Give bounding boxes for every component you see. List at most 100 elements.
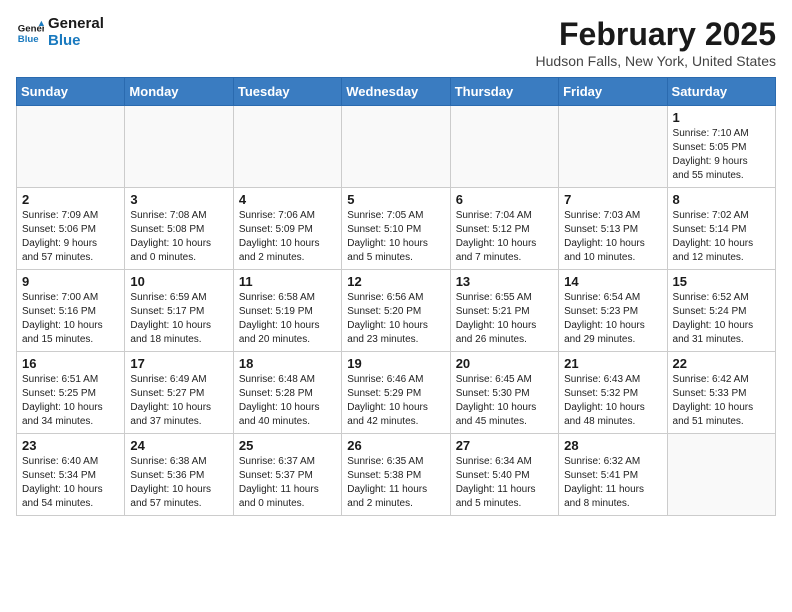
- table-row: [342, 106, 450, 188]
- header-thursday: Thursday: [450, 78, 558, 106]
- table-row: 16 Sunrise: 6:51 AM Sunset: 5:25 PM Dayli…: [17, 352, 125, 434]
- day-number: 2: [22, 192, 119, 207]
- table-row: 17 Sunrise: 6:49 AM Sunset: 5:27 PM Dayli…: [125, 352, 233, 434]
- day-number: 11: [239, 274, 336, 289]
- day-number: 21: [564, 356, 661, 371]
- day-number: 10: [130, 274, 227, 289]
- calendar-week-row: 23Sunrise: 6:40 AM Sunset: 5:34 PM Dayli…: [17, 434, 776, 516]
- table-row: 18 Sunrise: 6:48 AM Sunset: 5:28 PM Dayli…: [233, 352, 341, 434]
- table-row: 25Sunrise: 6:37 AM Sunset: 5:37 PM Dayli…: [233, 434, 341, 516]
- table-row: 2 Sunrise: 7:09 AM Sunset: 5:06 PM Daylig…: [17, 188, 125, 270]
- table-row: 22Sunrise: 6:42 AM Sunset: 5:33 PM Dayli…: [667, 352, 775, 434]
- day-number: 28: [564, 438, 661, 453]
- table-row: 27 Sunrise: 6:34 AM Sunset: 5:40 PM Dayli…: [450, 434, 558, 516]
- day-detail: Sunrise: 7:09 AM Sunset: 5:06 PM Dayligh…: [22, 209, 119, 265]
- day-detail: Sunrise: 7:03 AM Sunset: 5:13 PM Dayligh…: [564, 209, 661, 265]
- day-detail: Sunrise: 6:59 AM Sunset: 5:17 PM Dayligh…: [130, 291, 227, 347]
- calendar-table: Sunday Monday Tuesday Wednesday Thursday…: [16, 77, 776, 516]
- calendar-week-row: 9 Sunrise: 7:00 AM Sunset: 5:16 PM Daylig…: [17, 270, 776, 352]
- table-row: 6 Sunrise: 7:04 AM Sunset: 5:12 PM Daylig…: [450, 188, 558, 270]
- header-friday: Friday: [559, 78, 667, 106]
- day-number: 25: [239, 438, 336, 453]
- header-monday: Monday: [125, 78, 233, 106]
- table-row: 11 Sunrise: 6:58 AM Sunset: 5:19 PM Dayli…: [233, 270, 341, 352]
- day-number: 15: [673, 274, 770, 289]
- table-row: 24Sunrise: 6:38 AM Sunset: 5:36 PM Dayli…: [125, 434, 233, 516]
- table-row: 10 Sunrise: 6:59 AM Sunset: 5:17 PM Dayli…: [125, 270, 233, 352]
- table-row: 28 Sunrise: 6:32 AM Sunset: 5:41 PM Dayli…: [559, 434, 667, 516]
- day-detail: Sunrise: 6:40 AM Sunset: 5:34 PM Dayligh…: [22, 455, 119, 511]
- day-detail: Sunrise: 6:38 AM Sunset: 5:36 PM Dayligh…: [130, 455, 227, 511]
- day-number: 3: [130, 192, 227, 207]
- calendar-header-row: Sunday Monday Tuesday Wednesday Thursday…: [17, 78, 776, 106]
- day-detail: Sunrise: 6:45 AM Sunset: 5:30 PM Dayligh…: [456, 373, 553, 429]
- header-saturday: Saturday: [667, 78, 775, 106]
- table-row: 3 Sunrise: 7:08 AM Sunset: 5:08 PM Daylig…: [125, 188, 233, 270]
- table-row: 13 Sunrise: 6:55 AM Sunset: 5:21 PM Dayli…: [450, 270, 558, 352]
- calendar-week-row: 16 Sunrise: 6:51 AM Sunset: 5:25 PM Dayli…: [17, 352, 776, 434]
- day-detail: Sunrise: 7:10 AM Sunset: 5:05 PM Dayligh…: [673, 127, 770, 183]
- day-detail: Sunrise: 6:48 AM Sunset: 5:28 PM Dayligh…: [239, 373, 336, 429]
- table-row: 15 Sunrise: 6:52 AM Sunset: 5:24 PM Dayli…: [667, 270, 775, 352]
- day-number: 18: [239, 356, 336, 371]
- header-tuesday: Tuesday: [233, 78, 341, 106]
- calendar-week-row: 2 Sunrise: 7:09 AM Sunset: 5:06 PM Daylig…: [17, 188, 776, 270]
- day-detail: Sunrise: 6:55 AM Sunset: 5:21 PM Dayligh…: [456, 291, 553, 347]
- table-row: 14Sunrise: 6:54 AM Sunset: 5:23 PM Dayli…: [559, 270, 667, 352]
- day-detail: Sunrise: 6:51 AM Sunset: 5:25 PM Dayligh…: [22, 373, 119, 429]
- day-number: 6: [456, 192, 553, 207]
- day-number: 22: [673, 356, 770, 371]
- day-detail: Sunrise: 6:58 AM Sunset: 5:19 PM Dayligh…: [239, 291, 336, 347]
- day-number: 5: [347, 192, 444, 207]
- table-row: 21 Sunrise: 6:43 AM Sunset: 5:32 PM Dayli…: [559, 352, 667, 434]
- day-number: 7: [564, 192, 661, 207]
- day-number: 8: [673, 192, 770, 207]
- day-detail: Sunrise: 7:04 AM Sunset: 5:12 PM Dayligh…: [456, 209, 553, 265]
- day-number: 27: [456, 438, 553, 453]
- day-number: 16: [22, 356, 119, 371]
- day-number: 20: [456, 356, 553, 371]
- table-row: [667, 434, 775, 516]
- logo: General Blue General Blue: [16, 16, 104, 49]
- day-detail: Sunrise: 7:00 AM Sunset: 5:16 PM Dayligh…: [22, 291, 119, 347]
- table-row: 19Sunrise: 6:46 AM Sunset: 5:29 PM Dayli…: [342, 352, 450, 434]
- month-title: February 2025: [536, 16, 776, 53]
- day-number: 17: [130, 356, 227, 371]
- day-number: 9: [22, 274, 119, 289]
- table-row: 12Sunrise: 6:56 AM Sunset: 5:20 PM Dayli…: [342, 270, 450, 352]
- header-sunday: Sunday: [17, 78, 125, 106]
- table-row: 26 Sunrise: 6:35 AM Sunset: 5:38 PM Dayli…: [342, 434, 450, 516]
- table-row: [450, 106, 558, 188]
- day-number: 14: [564, 274, 661, 289]
- day-number: 26: [347, 438, 444, 453]
- day-detail: Sunrise: 6:49 AM Sunset: 5:27 PM Dayligh…: [130, 373, 227, 429]
- day-number: 13: [456, 274, 553, 289]
- table-row: [125, 106, 233, 188]
- day-detail: Sunrise: 7:08 AM Sunset: 5:08 PM Dayligh…: [130, 209, 227, 265]
- day-detail: Sunrise: 7:05 AM Sunset: 5:10 PM Dayligh…: [347, 209, 444, 265]
- logo-icon: General Blue: [16, 19, 44, 47]
- svg-text:Blue: Blue: [18, 33, 39, 44]
- day-detail: Sunrise: 6:52 AM Sunset: 5:24 PM Dayligh…: [673, 291, 770, 347]
- day-detail: Sunrise: 6:43 AM Sunset: 5:32 PM Dayligh…: [564, 373, 661, 429]
- calendar-week-row: 1 Sunrise: 7:10 AM Sunset: 5:05 PM Daylig…: [17, 106, 776, 188]
- day-detail: Sunrise: 6:35 AM Sunset: 5:38 PM Dayligh…: [347, 455, 444, 511]
- header-wednesday: Wednesday: [342, 78, 450, 106]
- table-row: 7 Sunrise: 7:03 AM Sunset: 5:13 PM Daylig…: [559, 188, 667, 270]
- table-row: [17, 106, 125, 188]
- table-row: 23Sunrise: 6:40 AM Sunset: 5:34 PM Dayli…: [17, 434, 125, 516]
- table-row: 1 Sunrise: 7:10 AM Sunset: 5:05 PM Daylig…: [667, 106, 775, 188]
- table-row: [559, 106, 667, 188]
- day-detail: Sunrise: 6:32 AM Sunset: 5:41 PM Dayligh…: [564, 455, 661, 511]
- table-row: 8 Sunrise: 7:02 AM Sunset: 5:14 PM Daylig…: [667, 188, 775, 270]
- table-row: 5 Sunrise: 7:05 AM Sunset: 5:10 PM Daylig…: [342, 188, 450, 270]
- table-row: 4Sunrise: 7:06 AM Sunset: 5:09 PM Daylig…: [233, 188, 341, 270]
- day-detail: Sunrise: 6:34 AM Sunset: 5:40 PM Dayligh…: [456, 455, 553, 511]
- page-header: General Blue General Blue February 2025 …: [16, 16, 776, 69]
- logo-text: General Blue: [48, 16, 104, 49]
- title-block: February 2025 Hudson Falls, New York, Un…: [536, 16, 776, 69]
- day-number: 1: [673, 110, 770, 125]
- day-detail: Sunrise: 7:02 AM Sunset: 5:14 PM Dayligh…: [673, 209, 770, 265]
- table-row: [233, 106, 341, 188]
- day-number: 19: [347, 356, 444, 371]
